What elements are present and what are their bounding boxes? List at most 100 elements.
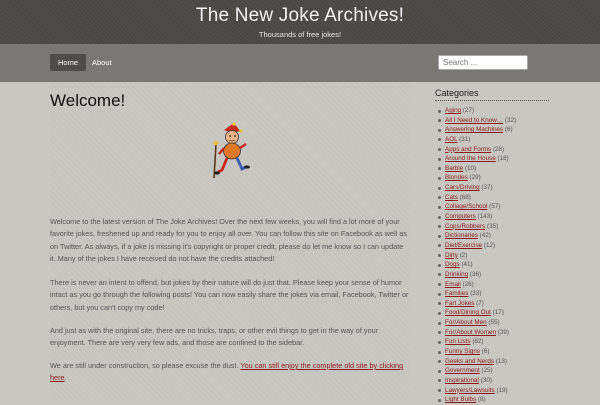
category-link[interactable]: Government <box>445 367 480 374</box>
category-item: Answering Machines (6) <box>437 125 516 135</box>
category-link[interactable]: Blondes <box>445 174 468 181</box>
category-item: Computers (143) <box>437 212 516 222</box>
category-link[interactable]: Dictionaries <box>445 232 478 239</box>
category-item: Inspirational (30) <box>437 376 516 386</box>
category-item: Lawyers/Lawsuits (19) <box>437 386 516 396</box>
category-count: (17) <box>492 309 504 317</box>
category-item: Blondes (29) <box>437 173 516 183</box>
category-item: Fart Jokes (7) <box>437 299 516 309</box>
category-link[interactable]: Email <box>445 281 461 288</box>
category-item: Cats (68) <box>437 193 516 203</box>
category-link[interactable]: Computers <box>445 213 476 220</box>
category-count: (12) <box>483 241 496 249</box>
page-title: Welcome! <box>50 91 126 110</box>
category-link[interactable]: Cops/Robbers <box>445 223 485 230</box>
category-count: (30) <box>480 376 492 384</box>
category-link[interactable]: Dogs <box>445 261 460 268</box>
category-count: (82) <box>472 338 484 346</box>
category-link[interactable]: Diet/Exercise <box>445 242 482 249</box>
category-count: (33) <box>470 290 482 298</box>
divider <box>435 100 549 101</box>
category-item: Apps and Forms (28) <box>437 145 516 155</box>
category-item: Diet/Exercise (12) <box>437 241 516 251</box>
category-item: Drinking (36) <box>437 270 516 280</box>
site-title[interactable]: The New Joke Archives! <box>0 0 600 27</box>
category-count: (10) <box>464 164 477 172</box>
category-count: (41) <box>461 261 473 269</box>
category-item: For/About Women (39) <box>437 328 516 338</box>
construction-end: . <box>64 373 67 383</box>
nav-home[interactable]: Home <box>50 54 87 71</box>
category-link[interactable]: Food/Dining Out <box>445 309 491 316</box>
category-link[interactable]: Fart Jokes <box>445 300 474 307</box>
category-link[interactable]: For/About Women <box>445 329 496 336</box>
category-link[interactable]: Around the House <box>445 155 496 162</box>
category-link[interactable]: Drinking <box>445 271 468 278</box>
nav-about[interactable]: About <box>84 54 120 71</box>
category-count: (42) <box>479 232 491 240</box>
category-link[interactable]: Collage/School <box>445 203 487 210</box>
category-link[interactable]: Geeks and Nerds <box>445 358 494 365</box>
search-input[interactable] <box>438 55 528 70</box>
welcome-paragraph: Welcome to the latest version of The Jok… <box>50 217 407 263</box>
category-link[interactable]: Lawyers/Lawsuits <box>445 387 495 394</box>
category-link[interactable]: Dirty <box>445 252 458 259</box>
category-link[interactable]: Answering Machines <box>445 126 503 133</box>
category-link[interactable]: Aging <box>445 107 461 114</box>
category-item: Cars/Driving (37) <box>437 183 516 193</box>
category-link[interactable]: Families <box>445 290 468 297</box>
category-item: Light Bulbs (8) <box>437 395 516 405</box>
category-link[interactable]: Fun Lists <box>445 338 471 345</box>
category-item: Funny Signs (6) <box>437 347 516 357</box>
category-item: Email (26) <box>437 280 516 290</box>
category-item: Dictionaries (42) <box>437 231 516 241</box>
category-item: Government (25) <box>437 366 516 376</box>
category-count: (27) <box>462 107 475 114</box>
category-item: Dirty (2) <box>437 251 516 261</box>
intent-paragraph: There is never an intent to offend, but … <box>50 278 409 312</box>
category-count: (28) <box>492 145 505 153</box>
category-item: Collage/School (57) <box>437 202 516 212</box>
category-item: Families (33) <box>437 289 516 299</box>
category-count: (68) <box>459 193 471 201</box>
category-count: (26) <box>462 280 474 288</box>
category-item: Barbie (10) <box>437 164 516 174</box>
category-link[interactable]: For/About Men <box>445 319 487 326</box>
construction-text: We are still under construction, so plea… <box>50 361 241 370</box>
no-tricks-paragraph: And just as with the original site, ther… <box>50 326 379 348</box>
category-count: (19) <box>496 386 508 394</box>
category-count: (25) <box>481 367 493 375</box>
category-count: (39) <box>497 328 509 336</box>
construction-paragraph: We are still under construction, so plea… <box>50 360 410 385</box>
category-count: (36) <box>469 270 482 278</box>
category-item: Geeks and Nerds (13) <box>437 357 516 367</box>
category-count: (18) <box>497 155 509 163</box>
category-link[interactable]: Cars/Driving <box>445 184 480 191</box>
category-item: Cops/Robbers (35) <box>437 222 516 232</box>
category-count: (29) <box>469 174 481 182</box>
category-list: Aging (27) All I Need to Know… (32) Answer… <box>437 106 517 405</box>
category-item: For/About Men (55) <box>437 318 516 328</box>
category-link[interactable]: Apps and Forms <box>445 146 491 153</box>
category-item: All I Need to Know… (32) <box>437 116 517 126</box>
category-count: (32) <box>504 116 517 124</box>
category-link[interactable]: Cats <box>445 194 458 201</box>
category-count: (7) <box>476 299 484 307</box>
category-link[interactable]: AOL <box>445 136 457 143</box>
categories-heading: Categories <box>435 88 479 98</box>
category-count: (143) <box>477 213 493 221</box>
site-tagline: Thousands of free jokes! <box>258 30 342 39</box>
category-link[interactable]: Barbie <box>445 165 463 172</box>
category-item: Aging (27) <box>437 106 516 116</box>
category-item: Food/Dining Out (17) <box>437 308 516 318</box>
sidebar: Categories Aging (27) All I Need to Know…… <box>435 82 555 403</box>
site-header: The New Joke Archives! Thousands of free… <box>0 0 600 44</box>
category-count: (6) <box>481 348 490 356</box>
category-link[interactable]: Funny Signs <box>445 348 480 355</box>
category-count: (57) <box>489 203 501 211</box>
category-link[interactable]: All I Need to Know… <box>445 117 503 124</box>
category-link[interactable]: Inspirational <box>445 377 479 384</box>
category-count: (37) <box>481 184 493 192</box>
category-item: Fun Lists (82) <box>437 337 516 347</box>
category-count: (35) <box>487 222 499 230</box>
